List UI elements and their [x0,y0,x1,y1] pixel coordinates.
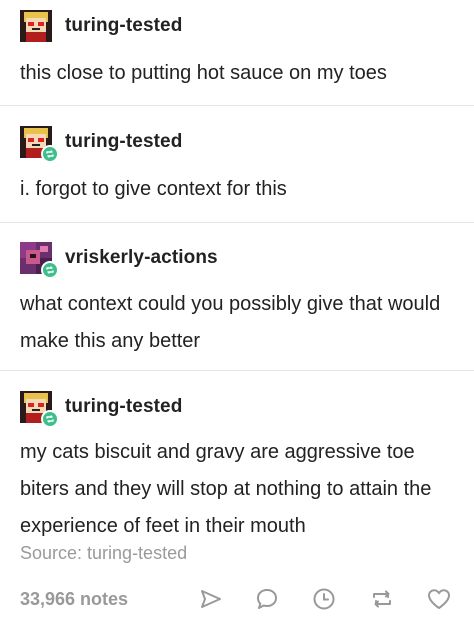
post-text: my cats biscuit and gravy are aggressive… [20,441,432,537]
avatar[interactable] [20,391,59,428]
post-1: turing-tested this close to putting hot … [0,0,474,106]
schedule-icon[interactable] [311,586,337,612]
share-icon[interactable] [198,586,224,612]
post-2: turing-tested i. forgot to give context … [0,105,474,223]
post-text: this close to putting hot sauce on my to… [20,62,387,84]
reply-icon[interactable] [254,586,280,612]
avatar[interactable] [20,126,59,163]
source-link[interactable]: Source: turing-tested [20,543,187,564]
post-3: vriskerly-actions what context could you… [0,222,474,371]
reblog-icon[interactable] [369,586,395,612]
post-text: what context could you possibly give tha… [20,293,441,352]
reblog-badge-icon [41,410,59,428]
notes-count[interactable]: 33,966 notes [20,589,128,610]
like-icon[interactable] [426,586,452,612]
username[interactable]: turing-tested [65,131,182,153]
post-footer: 33,966 notes [0,580,474,618]
reblog-badge-icon [41,145,59,163]
username[interactable]: vriskerly-actions [65,247,218,269]
post-4: turing-tested my cats biscuit and gravy … [0,370,474,542]
avatar[interactable] [20,242,59,279]
avatar[interactable] [20,10,52,42]
post-text: i. forgot to give context for this [20,178,287,200]
reblog-badge-icon [41,261,59,279]
username[interactable]: turing-tested [65,396,182,418]
username[interactable]: turing-tested [65,15,182,37]
